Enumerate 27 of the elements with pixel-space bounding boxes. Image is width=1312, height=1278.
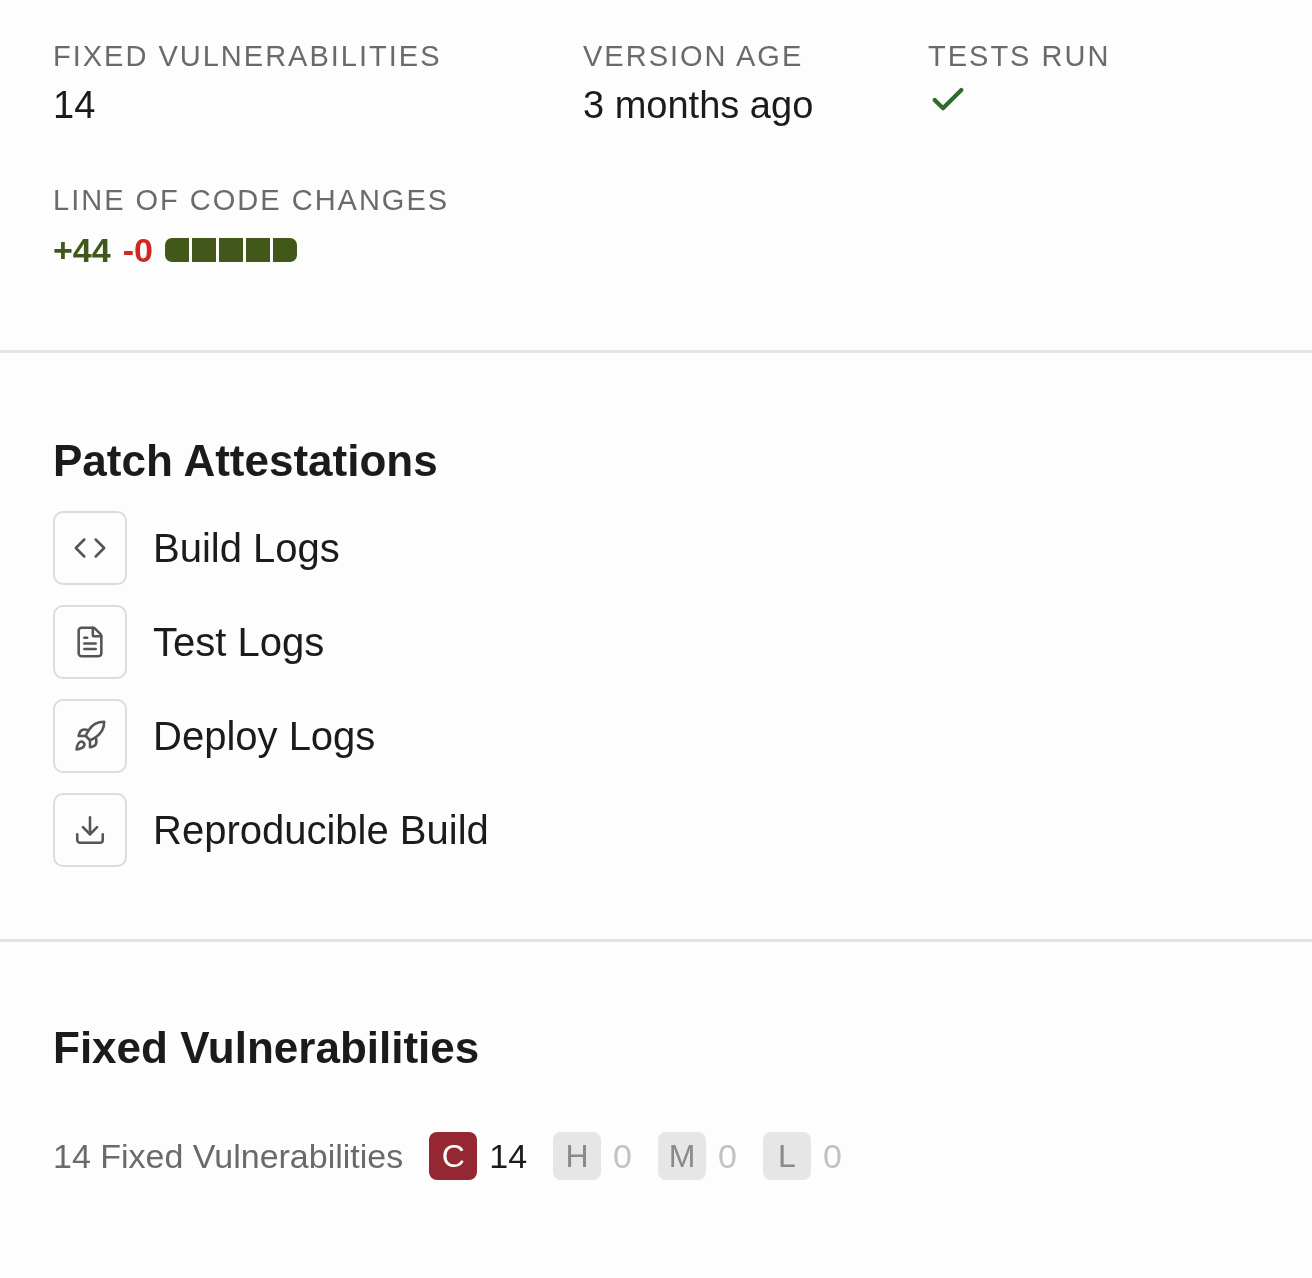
download-icon [53, 793, 127, 867]
stat-label: TESTS RUN [928, 39, 1112, 74]
severity-badge: L [762, 1132, 811, 1180]
severity-count: 14 [489, 1136, 528, 1176]
stat-label: VERSION AGE [583, 39, 805, 74]
severity-badge: H [553, 1132, 602, 1180]
lines-removed: -0 [122, 230, 153, 271]
stat-label: FIXED VULNERABILITIES [53, 39, 443, 74]
summary-text: 14 Fixed Vulnerabilities [53, 1136, 404, 1176]
code-icon [53, 511, 127, 585]
severity-count: 0 [822, 1136, 842, 1176]
stat-value: 14 [53, 83, 97, 128]
stat-value: 3 months ago [583, 83, 815, 128]
attestation-link[interactable]: Deploy Logs [53, 699, 1259, 773]
stat-label: LINE OF CODE CHANGES [53, 183, 451, 218]
severity-badge: M [658, 1132, 706, 1180]
severity-count: 0 [718, 1136, 737, 1176]
severity-count: 0 [613, 1136, 632, 1176]
attestation-link[interactable]: Reproducible Build [53, 793, 1259, 867]
severity-badge: C [429, 1132, 478, 1180]
attestation-link[interactable]: Build Logs [53, 511, 1259, 585]
rocket-icon [53, 699, 127, 773]
attestation-link[interactable]: Test Logs [53, 605, 1259, 679]
section-heading: Patch Attestations [53, 435, 439, 487]
lines-added: +44 [53, 230, 111, 271]
document-icon [53, 605, 127, 679]
section-heading: Fixed Vulnerabilities [53, 1022, 481, 1074]
